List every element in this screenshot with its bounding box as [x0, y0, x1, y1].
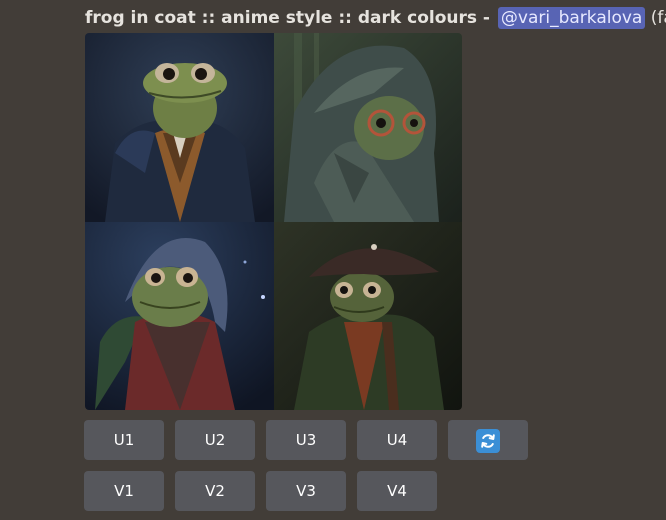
variation-button-1[interactable]: V1: [84, 471, 164, 511]
image-tile-3[interactable]: [85, 222, 274, 410]
user-mention[interactable]: @vari_barkalova: [497, 7, 646, 29]
upscale-button-3[interactable]: U3: [266, 420, 346, 460]
image-grid[interactable]: [85, 33, 462, 410]
prompt-separator: -: [476, 8, 496, 28]
image-tile-1[interactable]: [85, 33, 274, 222]
image-tile-2[interactable]: [274, 33, 462, 222]
frog-portrait-hat-green-coat-icon: [274, 222, 462, 410]
frog-portrait-red-jacket-hood-icon: [85, 222, 274, 410]
image-tile-4[interactable]: [274, 222, 462, 410]
variation-button-3[interactable]: V3: [266, 471, 346, 511]
prompt-line: frog in coat :: anime style :: dark colo…: [85, 6, 666, 30]
variation-button-2[interactable]: V2: [175, 471, 255, 511]
upscale-button-2[interactable]: U2: [175, 420, 255, 460]
frog-portrait-brown-coat-icon: [85, 33, 274, 222]
upscale-button-4[interactable]: U4: [357, 420, 437, 460]
upscale-button-1[interactable]: U1: [84, 420, 164, 460]
refresh-icon: [476, 428, 500, 453]
variation-button-4[interactable]: V4: [357, 471, 437, 511]
prompt-text: frog in coat :: anime style :: dark colo…: [85, 8, 477, 28]
reroll-button[interactable]: [448, 420, 528, 460]
speed-label: (fast): [650, 8, 666, 28]
frog-portrait-hood-glasses-icon: [274, 33, 462, 222]
